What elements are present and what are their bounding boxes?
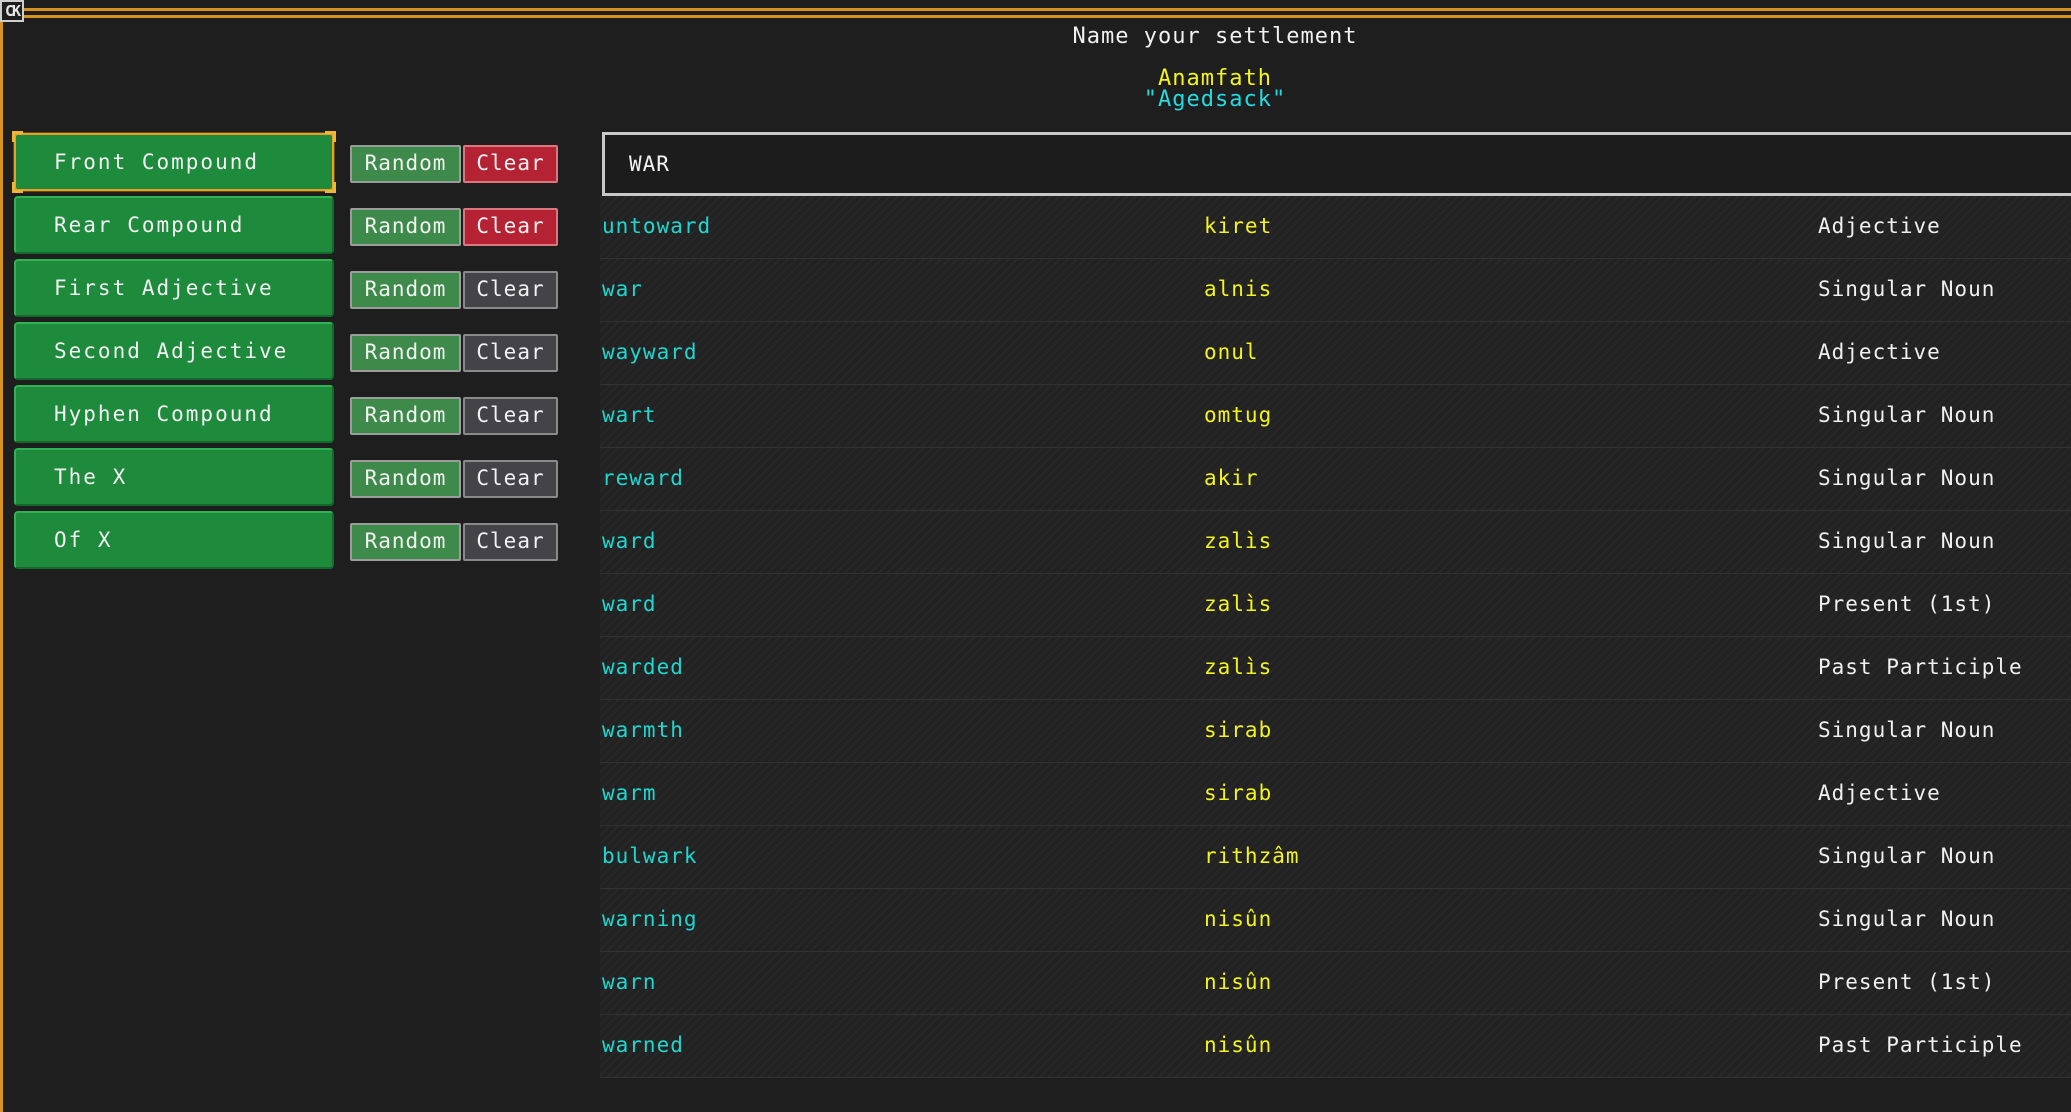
random-button-front-compound[interactable]: Random — [350, 145, 461, 183]
word-row[interactable]: reward akir Singular Noun — [600, 448, 2071, 511]
top-border — [0, 8, 2071, 11]
random-button-first-adjective[interactable]: Random — [350, 271, 461, 309]
part-of-speech: Singular Noun — [1818, 718, 1996, 742]
category-first-adjective[interactable]: First Adjective — [14, 259, 334, 317]
category-front-compound[interactable]: Front Compound — [12, 131, 336, 193]
dwarven-word: nisûn — [1204, 970, 1273, 994]
part-of-speech: Singular Noun — [1818, 403, 1996, 427]
category-label: Front Compound — [54, 150, 260, 174]
category-rear-compound[interactable]: Rear Compound — [14, 196, 334, 254]
english-word: warded — [602, 655, 684, 679]
dwarven-word: rithzâm — [1204, 844, 1300, 868]
clear-button-first-adjective[interactable]: Clear — [463, 271, 558, 309]
category-label: Hyphen Compound — [54, 402, 274, 426]
category-hyphen-compound[interactable]: Hyphen Compound — [14, 385, 334, 443]
category-label: First Adjective — [54, 276, 274, 300]
word-row[interactable]: ward zalìs Singular Noun — [600, 511, 2071, 574]
english-word: warmth — [602, 718, 684, 742]
selection-corner — [12, 131, 23, 142]
page-title: Name your settlement — [1072, 24, 1358, 49]
word-row[interactable]: ward zalìs Present (1st) — [600, 574, 2071, 637]
part-of-speech: Present (1st) — [1818, 592, 1996, 616]
clear-button-second-adjective[interactable]: Clear — [463, 334, 558, 372]
english-word: warning — [602, 907, 698, 931]
random-button-the-x[interactable]: Random — [350, 460, 461, 498]
part-of-speech: Past Participle — [1818, 655, 2023, 679]
english-word: reward — [602, 466, 684, 490]
english-word: warn — [602, 970, 657, 994]
part-of-speech: Present (1st) — [1818, 970, 1996, 994]
category-label: Of X — [54, 528, 113, 552]
part-of-speech: Singular Noun — [1818, 529, 1996, 553]
english-word: warm — [602, 781, 657, 805]
part-of-speech: Adjective — [1818, 214, 1941, 238]
dwarven-word: zalìs — [1204, 592, 1273, 616]
category-second-adjective[interactable]: Second Adjective — [14, 322, 334, 380]
clear-button-front-compound[interactable]: Clear — [463, 145, 558, 183]
english-word: untoward — [602, 214, 712, 238]
dwarven-word: onul — [1204, 340, 1259, 364]
dwarven-word: sirab — [1204, 781, 1273, 805]
english-word: wart — [602, 403, 657, 427]
close-icon[interactable]: CK — [0, 0, 24, 22]
category-the-x[interactable]: The X — [14, 448, 334, 506]
english-word: ward — [602, 592, 657, 616]
part-of-speech: Singular Noun — [1818, 844, 1996, 868]
clear-button-of-x[interactable]: Clear — [463, 523, 558, 561]
word-row[interactable]: warded zalìs Past Participle — [600, 637, 2071, 700]
word-row[interactable]: war alnis Singular Noun — [600, 259, 2071, 322]
category-label: Rear Compound — [54, 213, 245, 237]
english-word: wayward — [602, 340, 698, 364]
english-word: bulwark — [602, 844, 698, 868]
part-of-speech: Singular Noun — [1818, 907, 1996, 931]
word-row[interactable]: warning nisûn Singular Noun — [600, 889, 2071, 952]
dwarven-word: nisûn — [1204, 907, 1273, 931]
part-of-speech: Adjective — [1818, 781, 1941, 805]
clear-button-the-x[interactable]: Clear — [463, 460, 558, 498]
part-of-speech: Adjective — [1818, 340, 1941, 364]
english-word: ward — [602, 529, 657, 553]
random-button-second-adjective[interactable]: Random — [350, 334, 461, 372]
dwarven-word: alnis — [1204, 277, 1273, 301]
word-row[interactable]: bulwark rithzâm Singular Noun — [600, 826, 2071, 889]
dwarven-word: akir — [1204, 466, 1259, 490]
dwarven-word: omtug — [1204, 403, 1273, 427]
random-button-of-x[interactable]: Random — [350, 523, 461, 561]
top-border-inner — [0, 15, 2071, 18]
selection-corner — [325, 131, 336, 142]
word-row[interactable]: untoward kiret Adjective — [600, 196, 2071, 259]
dwarven-word: nisûn — [1204, 1033, 1273, 1057]
english-word: warned — [602, 1033, 684, 1057]
random-button-hyphen-compound[interactable]: Random — [350, 397, 461, 435]
selection-corner — [12, 182, 23, 193]
category-label: The X — [54, 465, 128, 489]
dwarven-word: zalìs — [1204, 655, 1273, 679]
clear-button-rear-compound[interactable]: Clear — [463, 208, 558, 246]
search-input[interactable]: WAR — [602, 132, 2071, 196]
settlement-name-translated: "Agedsack" — [1143, 87, 1287, 112]
dwarven-word: zalìs — [1204, 529, 1273, 553]
clear-button-hyphen-compound[interactable]: Clear — [463, 397, 558, 435]
part-of-speech: Singular Noun — [1818, 277, 1996, 301]
part-of-speech: Past Participle — [1818, 1033, 2023, 1057]
word-row[interactable]: warned nisûn Past Participle — [600, 1015, 2071, 1078]
english-word: war — [602, 277, 643, 301]
random-button-rear-compound[interactable]: Random — [350, 208, 461, 246]
category-label: Second Adjective — [54, 339, 289, 363]
category-of-x[interactable]: Of X — [14, 511, 334, 569]
word-row[interactable]: wart omtug Singular Noun — [600, 385, 2071, 448]
part-of-speech: Singular Noun — [1818, 466, 1996, 490]
word-row[interactable]: warn nisûn Present (1st) — [600, 952, 2071, 1015]
dwarven-word: kiret — [1204, 214, 1273, 238]
dwarven-word: sirab — [1204, 718, 1273, 742]
word-row[interactable]: wayward onul Adjective — [600, 322, 2071, 385]
selection-corner — [325, 182, 336, 193]
word-row[interactable]: warm sirab Adjective — [600, 763, 2071, 826]
word-row[interactable]: warmth sirab Singular Noun — [600, 700, 2071, 763]
